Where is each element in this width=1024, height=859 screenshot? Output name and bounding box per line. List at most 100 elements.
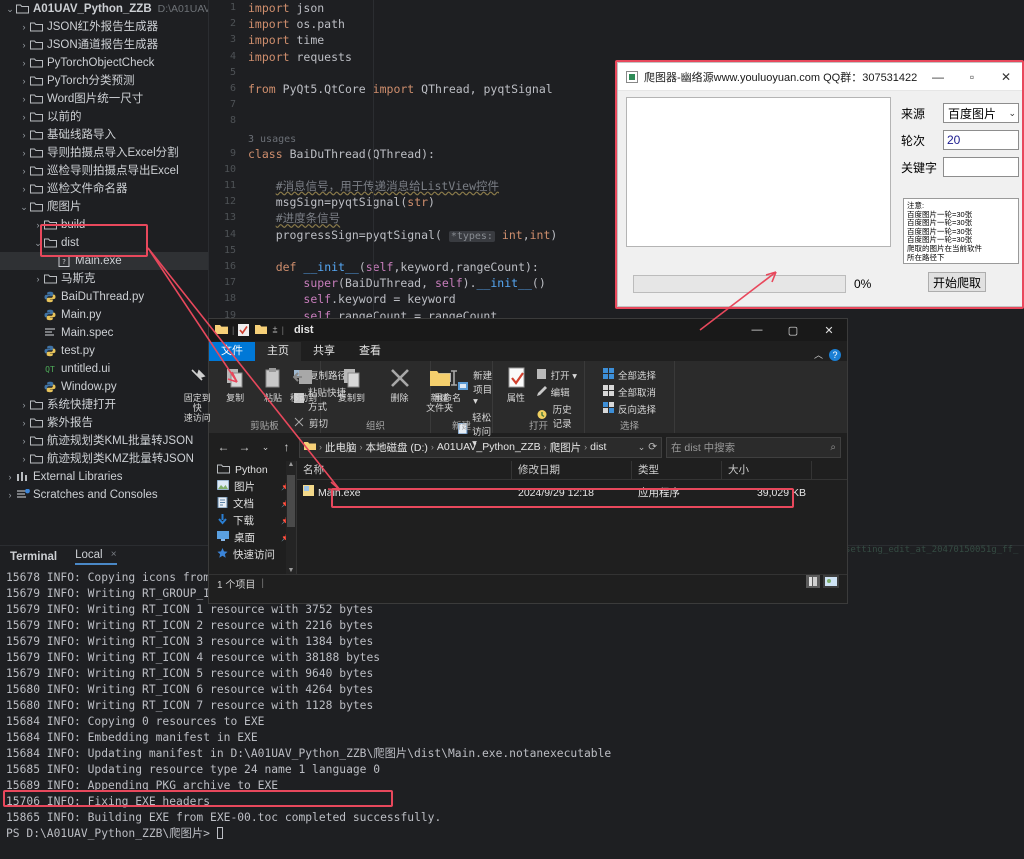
file-name-cell[interactable]: Main.exe [297,485,512,502]
chevron-up-icon[interactable]: ▲ [286,461,296,468]
explorer-window-controls[interactable]: — ▢ ✕ [739,319,847,341]
chevron-down-icon[interactable]: ⌄ [4,0,16,18]
chevron-right-icon[interactable]: › [18,162,30,180]
sidebar-item-0[interactable]: 快速访问 [209,546,296,563]
sidebar-item-4[interactable]: 图片📌 [209,478,296,495]
refresh-icon[interactable]: ⟳ [648,441,657,453]
maximize-icon[interactable]: ▫ [955,63,989,91]
folder-icon[interactable] [215,324,228,336]
column-header-2[interactable]: 类型 [632,460,722,480]
column-header-0[interactable]: 名称 [297,460,512,480]
explorer-tab-0[interactable]: 文件 [209,342,255,361]
tree-node[interactable]: › JSON通道报告生成器 [0,36,208,54]
crawler-titlebar[interactable]: 爬图器-幽络源www.youluoyuan.com QQ群：307531422 … [618,63,1023,91]
tree-node[interactable]: › 航迹规划类KMZ批量转JSON [0,450,208,468]
details-view-icon[interactable] [806,575,820,591]
chevron-down-icon[interactable]: ⩲ [272,325,277,336]
chevron-right-icon[interactable]: › [18,90,30,108]
explorer-window[interactable]: | ⩲ | dist — ▢ ✕ 文件 主页 共享 查看 ︿? 固定到快 速访问 复制 粘贴… [184,318,848,604]
tree-node[interactable]: › 以前的 [0,108,208,126]
terminal-tab-local[interactable]: Local × [75,549,117,565]
search-icon[interactable]: ⌕ [830,442,836,453]
tree-node[interactable]: › 马斯克 [0,270,208,288]
chevron-right-icon[interactable]: › [32,270,44,288]
collapse-ribbon-icon[interactable]: ︿ [814,348,823,361]
close-icon[interactable]: ✕ [811,319,847,341]
tree-node[interactable]: ⌄ A01UAV_Python_ZZB D:\A01UAV_Pyth [0,0,208,18]
rounds-input[interactable]: 20 [943,130,1019,150]
chevron-right-icon[interactable]: › [4,468,16,486]
tree-node[interactable]: › 基础线路导入 [0,126,208,144]
view-mode-buttons[interactable] [806,575,847,591]
breadcrumb-item-0[interactable]: 此电脑 [325,440,357,455]
chevron-down-icon[interactable]: ⌄ [32,234,44,252]
explorer-tab-3[interactable]: 查看 [347,342,393,361]
breadcrumb-item-4[interactable]: dist [590,441,606,453]
sidebar-item-1[interactable]: 桌面📌 [209,529,296,546]
ribbon-help-group[interactable]: ︿? [814,348,847,361]
maximize-icon[interactable]: ▢ [775,319,811,341]
chevron-right-icon[interactable]: › [18,72,30,90]
ribbon-button-new-folder-icon[interactable]: 新建 文件夹 [425,365,454,413]
code-line[interactable]: import time [248,32,1024,48]
file-list-rows[interactable]: Main.exe 2024/9/29 12:18 应用程序 39,029 KB [297,485,847,502]
close-icon[interactable]: ✕ [989,63,1023,91]
chevron-right-icon[interactable]: › [18,432,30,450]
ribbon-button-invert-selection-icon[interactable]: 反向选择 [602,402,656,416]
scrollbar-thumb[interactable] [287,475,295,527]
explorer-ribbon[interactable]: 固定到快 速访问 复制 粘贴 复制路径 粘贴快捷方式 剪切 剪贴板 移动到 复制到 删除 重命名 组织… [184,361,847,449]
search-input[interactable]: 在 dist 中搜索 ⌕ [666,436,841,458]
code-line[interactable]: import json [248,0,1024,16]
keyword-input[interactable] [943,157,1019,177]
chevron-down-icon[interactable]: ⌄ [638,442,646,452]
tree-node[interactable]: › 导则拍摄点导入Excel分割 [0,144,208,162]
recent-locations-icon[interactable]: ⌄ [257,442,274,453]
tiles-view-icon[interactable] [823,575,839,591]
tree-node[interactable]: ⌄ 爬图片 [0,198,208,216]
ribbon-button-copy-icon[interactable]: 复制 [218,365,252,403]
code-line[interactable]: import os.path [248,16,1024,32]
chevron-right-icon[interactable]: › [18,54,30,72]
chevron-down-icon[interactable]: ▼ [286,567,296,574]
tree-node[interactable]: › 巡检文件命名器 [0,180,208,198]
table-row[interactable]: Main.exe 2024/9/29 12:18 应用程序 39,029 KB [297,485,847,502]
new-folder-icon[interactable] [255,324,268,336]
explorer-tab-1[interactable]: 主页 [255,342,301,361]
ribbon-button-pin-icon[interactable]: 固定到快 速访问 [180,365,214,423]
breadcrumb-item-1[interactable]: 本地磁盘 (D:) [366,440,428,455]
ribbon-button-delete-icon[interactable]: 删除 [378,365,422,403]
close-icon[interactable]: × [111,549,117,560]
file-list-header[interactable]: 名称 修改日期 类型 大小 [297,460,847,480]
ribbon-button-select-all-icon[interactable]: 全部选择 [602,368,656,382]
message-listview[interactable] [626,97,891,247]
properties-icon[interactable] [238,324,251,336]
minimize-icon[interactable]: — [921,63,955,91]
chevron-right-icon[interactable]: › [18,36,30,54]
crawler-window[interactable]: 爬图器-幽络源www.youluoyuan.com QQ群：307531422 … [617,62,1024,307]
explorer-tab-2[interactable]: 共享 [301,342,347,361]
ribbon-button-edit-icon[interactable]: 编辑 [536,385,578,399]
tree-node[interactable]: test.py [0,342,208,360]
help-icon[interactable]: ? [829,348,841,361]
tree-node[interactable]: › Scratches and Consoles [0,486,208,504]
chevron-down-icon[interactable]: ⌄ [18,198,30,216]
chevron-right-icon[interactable]: › [18,180,30,198]
ribbon-button-new-item-icon[interactable]: 新建项目 ▾ [458,368,498,407]
sidebar-item-2[interactable]: 下载📌 [209,512,296,529]
minimize-icon[interactable]: — [739,319,775,341]
chevron-right-icon[interactable]: › [18,126,30,144]
start-crawl-button[interactable]: 开始爬取 [928,272,986,292]
column-header-3[interactable]: 大小 [722,460,812,480]
terminal-prompt[interactable]: PS D:\A01UAV_Python_ZZB\爬图片> [6,826,1024,842]
tree-node[interactable]: › build [0,216,208,234]
tree-node[interactable]: › PyTorch分类预测 [0,72,208,90]
chevron-right-icon[interactable]: › [18,18,30,36]
tree-node[interactable]: Main.spec [0,324,208,342]
up-icon[interactable]: ↑ [278,440,295,454]
breadcrumb-actions[interactable]: ⌄ ⟳ [638,441,657,453]
chevron-right-icon[interactable]: › [32,216,44,234]
back-icon[interactable]: ← [215,440,232,454]
chevron-right-icon[interactable]: › [4,486,16,504]
forward-icon[interactable]: → [236,440,253,454]
tree-node[interactable]: ⌄ dist [0,234,208,252]
